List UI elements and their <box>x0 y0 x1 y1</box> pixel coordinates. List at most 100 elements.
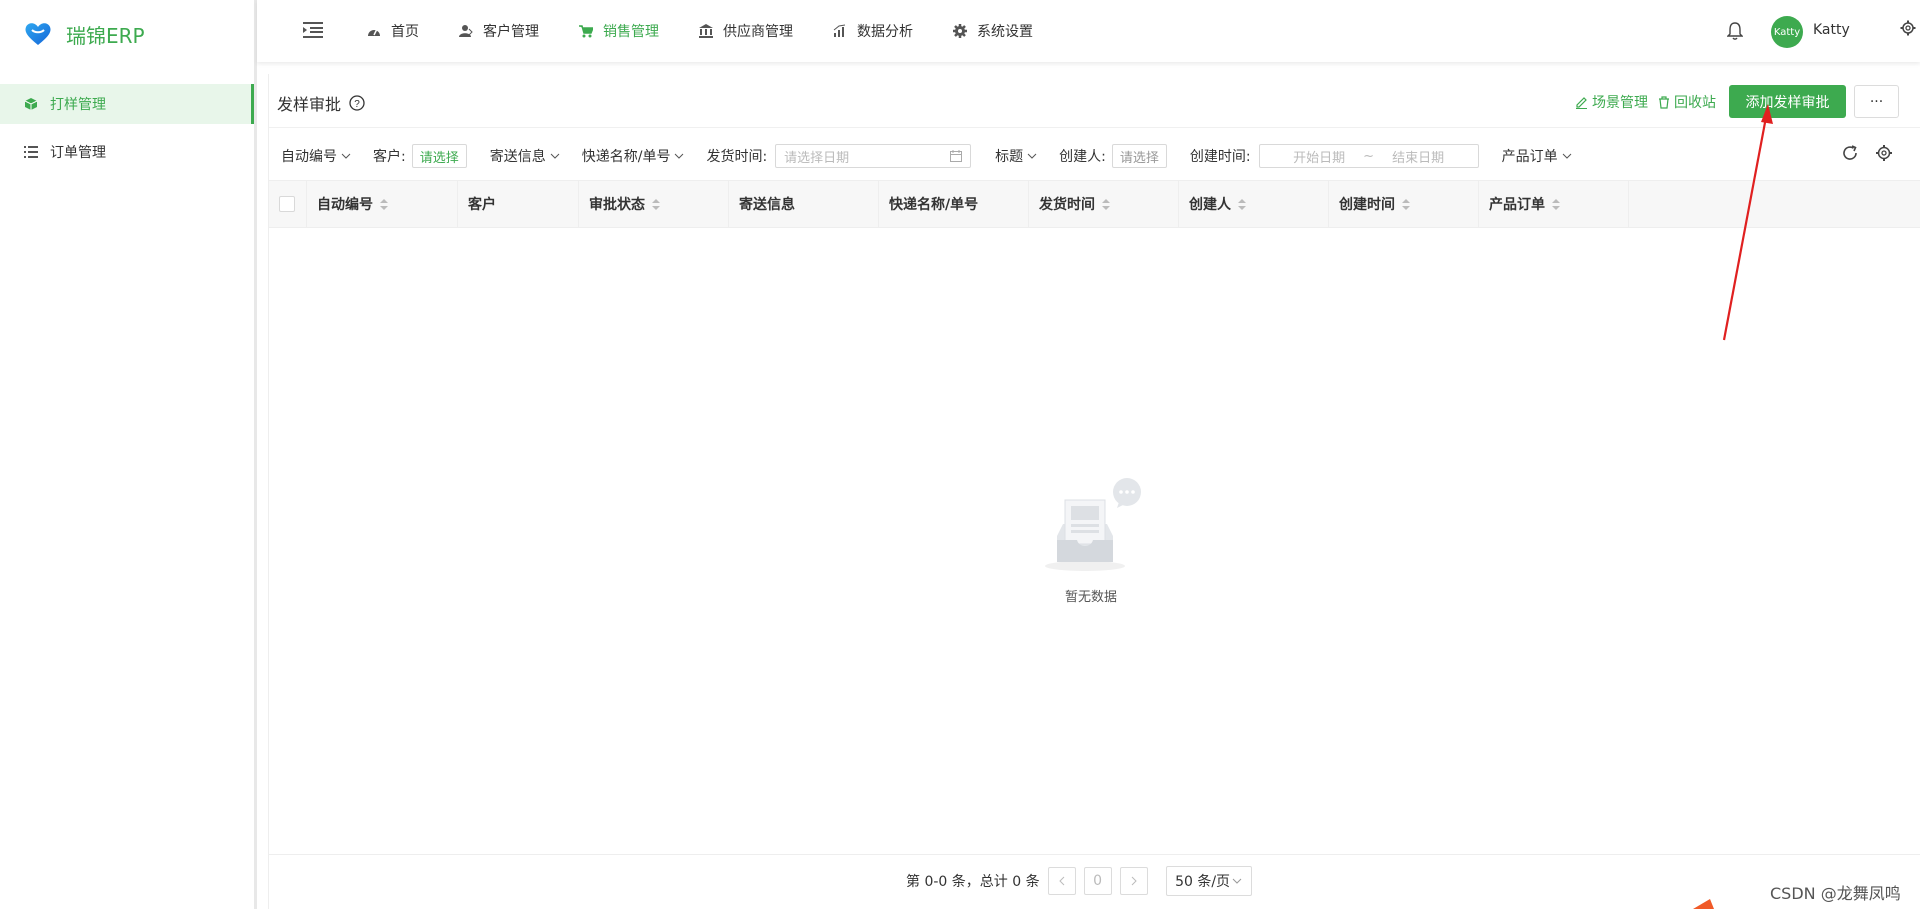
chevron-down-icon <box>550 153 560 159</box>
bar-chart-icon <box>833 24 847 38</box>
column-label: 寄送信息 <box>739 197 795 213</box>
end-date-placeholder: 结束日期 <box>1392 150 1445 166</box>
filter-express[interactable]: 快递名称/单号 <box>582 146 685 166</box>
sidebar-item-orders[interactable]: 订单管理 <box>0 132 254 172</box>
column-header[interactable]: 发货时间 <box>1029 180 1179 228</box>
watermark: CSDN @龙舞凤鸣 <box>1770 884 1901 903</box>
avatar[interactable]: Katty <box>1771 16 1803 48</box>
filter-product-order[interactable]: 产品订单 <box>1502 146 1572 166</box>
column-header[interactable]: 自动编号 <box>307 180 458 228</box>
chevron-down-icon <box>341 153 351 159</box>
nav-settings[interactable]: 系统设置 <box>953 21 1033 41</box>
prev-page-button[interactable] <box>1047 867 1076 895</box>
recycle-bin-label: 回收站 <box>1674 95 1716 111</box>
chevron-left-icon <box>1058 876 1064 886</box>
empty-text: 暂无数据 <box>1064 590 1117 605</box>
menu-collapse-icon[interactable] <box>303 22 323 38</box>
gear-icon <box>953 24 967 38</box>
filter-creator: 创建人: 请选择 <box>1059 144 1167 168</box>
top-navbar: 首页 客户管理 销售管理 供应商管理 数据分析 系统设置 Katty Katty <box>257 0 1920 62</box>
select-all-checkbox[interactable] <box>279 196 295 212</box>
empty-box-icon <box>1045 478 1141 571</box>
customer-select[interactable]: 请选择 <box>411 144 467 168</box>
sort-icon[interactable] <box>652 198 660 210</box>
column-header[interactable]: 快递名称/单号 <box>879 180 1029 228</box>
sidebar-item-sampling[interactable]: 打样管理 <box>0 84 254 124</box>
page-number-input[interactable]: 0 <box>1083 867 1112 895</box>
ship-date-picker[interactable]: 请选择日期 <box>775 144 972 168</box>
column-header[interactable]: 产品订单 <box>1479 180 1629 228</box>
nav-home[interactable]: 首页 <box>367 21 419 41</box>
column-header[interactable]: 寄送信息 <box>729 180 879 228</box>
column-header[interactable]: 创建时间 <box>1329 180 1479 228</box>
filter-title[interactable]: 标题 <box>995 146 1037 166</box>
create-date-range-picker[interactable]: 开始日期 ~ 结束日期 <box>1258 144 1479 168</box>
nav-suppliers[interactable]: 供应商管理 <box>699 21 793 41</box>
nav-sales[interactable]: 销售管理 <box>579 21 659 41</box>
column-label: 产品订单 <box>1489 197 1545 213</box>
filter-title-label: 标题 <box>995 149 1024 165</box>
refresh-icon[interactable] <box>1841 144 1859 162</box>
column-header[interactable]: 创建人 <box>1179 180 1329 228</box>
filter-express-label: 快递名称/单号 <box>581 149 671 165</box>
next-page-button[interactable] <box>1119 867 1148 895</box>
sort-icon[interactable] <box>380 198 388 210</box>
header-divider <box>269 127 1920 128</box>
filter-bar: 自动编号 客户: 请选择 寄送信息 快递名称/单号 发货时间: 请选择日期 标题 <box>281 142 1572 170</box>
pagination-summary: 第 0-0 条，总计 0 条 <box>906 874 1040 890</box>
chevron-down-icon <box>1232 878 1242 884</box>
cube-icon <box>24 97 38 111</box>
users-icon <box>459 24 473 38</box>
sort-icon[interactable] <box>1552 198 1560 210</box>
select-all-cell <box>269 180 307 228</box>
svg-text:?: ? <box>354 99 360 110</box>
column-header[interactable]: 审批状态 <box>579 180 729 228</box>
scene-management-link[interactable]: 场景管理 <box>1575 92 1648 112</box>
main-panel: 发样审批 ? 场景管理 回收站 添加发样审批 ··· 自动编号 客户: 请选择 … <box>268 74 1920 909</box>
filter-send-info-label: 寄送信息 <box>489 149 546 165</box>
table-header: 自动编号 客户 审批状态 寄送信息 快递名称/单号 发货时间 创建人 创建时间 <box>269 180 1920 228</box>
more-button[interactable]: ··· <box>1854 85 1899 118</box>
recycle-bin-link[interactable]: 回收站 <box>1658 92 1716 112</box>
header-links: 场景管理 回收站 <box>1575 92 1726 112</box>
pagination-divider <box>269 854 1920 855</box>
start-date-placeholder: 开始日期 <box>1293 150 1346 166</box>
nav-customers-label: 客户管理 <box>483 24 539 40</box>
sort-icon[interactable] <box>1402 198 1410 210</box>
sort-icon[interactable] <box>1238 198 1246 210</box>
ship-date-placeholder: 请选择日期 <box>784 150 850 166</box>
list-icon <box>24 145 38 159</box>
nav-analytics[interactable]: 数据分析 <box>833 21 913 41</box>
column-header[interactable]: 客户 <box>458 180 579 228</box>
dashboard-icon <box>367 24 381 38</box>
heart-logo-icon <box>25 23 51 45</box>
help-icon[interactable]: ? <box>349 95 365 111</box>
filter-create-time-label: 创建时间: <box>1189 149 1251 165</box>
nav-sales-label: 销售管理 <box>603 24 659 40</box>
column-label: 自动编号 <box>317 197 373 213</box>
page-title: 发样审批 ? <box>277 91 365 115</box>
nav-customers[interactable]: 客户管理 <box>459 21 539 41</box>
add-sample-approval-button[interactable]: 添加发样审批 <box>1729 85 1846 118</box>
chevron-down-icon <box>1027 153 1037 159</box>
nav-settings-label: 系统设置 <box>977 24 1033 40</box>
filter-auto-no[interactable]: 自动编号 <box>281 146 351 166</box>
filter-customer: 客户: 请选择 <box>373 144 467 168</box>
creator-select[interactable]: 请选择 <box>1111 144 1167 168</box>
app-logo[interactable]: 瑞锦ERP <box>0 0 254 68</box>
pagination: 第 0-0 条，总计 0 条 0 50 条/页 <box>906 866 1252 896</box>
trash-icon <box>1659 95 1669 109</box>
chevron-right-icon <box>1131 876 1137 886</box>
page-size-label: 50 条/页 <box>1175 874 1231 890</box>
filter-send-info[interactable]: 寄送信息 <box>490 146 560 166</box>
page-size-select[interactable]: 50 条/页 <box>1165 866 1252 896</box>
calendar-icon <box>950 150 963 162</box>
column-label: 客户 <box>468 197 496 213</box>
sort-icon[interactable] <box>1102 198 1110 210</box>
column-label: 审批状态 <box>589 197 645 213</box>
filter-auto-no-label: 自动编号 <box>281 149 337 165</box>
settings-gear-icon[interactable] <box>1900 20 1916 36</box>
column-settings-icon[interactable] <box>1875 144 1893 162</box>
username[interactable]: Katty <box>1813 22 1850 38</box>
bell-icon[interactable] <box>1727 22 1743 40</box>
